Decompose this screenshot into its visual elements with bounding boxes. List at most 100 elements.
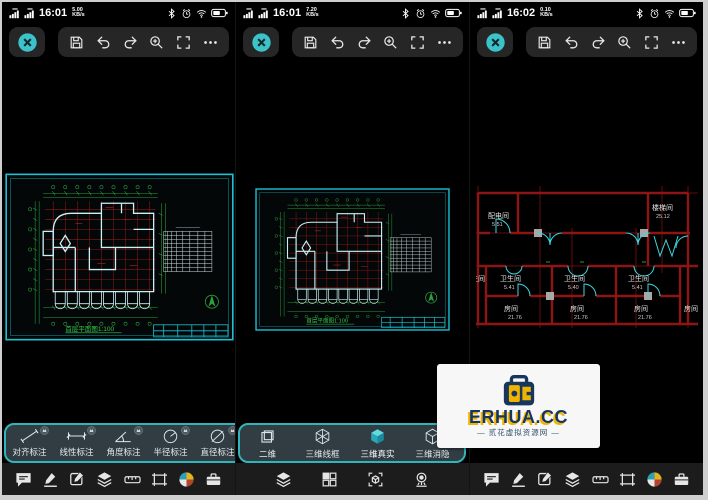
redo-button[interactable] bbox=[356, 34, 373, 51]
save-icon bbox=[68, 34, 85, 51]
signal-icon bbox=[243, 8, 255, 19]
view-mode-realistic-selected[interactable]: 三维真实 bbox=[350, 425, 405, 461]
layers-button[interactable] bbox=[563, 470, 582, 489]
radius-dimension-icon bbox=[158, 428, 183, 444]
watermark-tagline: — 贰花虚拟资源网 — bbox=[477, 427, 560, 437]
fullscreen-button[interactable] bbox=[409, 34, 426, 51]
clock-text: 16:01 bbox=[39, 7, 68, 19]
comment-button[interactable] bbox=[14, 470, 33, 489]
phone-screen-2: 16:01 7.20 KB/s 二维 三维线框 三维真实 三维消隐 bbox=[235, 2, 469, 495]
edit-button[interactable] bbox=[536, 470, 555, 489]
close-icon bbox=[17, 32, 37, 52]
undo-button[interactable] bbox=[95, 34, 112, 51]
projector-button[interactable] bbox=[412, 470, 431, 489]
cad-canvas-room-plan[interactable]: 配电间 5.51 楼梯间 25.12 卫生间 5.41 卫生间 5.40 卫生间… bbox=[476, 178, 698, 328]
dimension-tools-panel: 对齐标注 线性标注 角度标注 半径标注 直径标注 bbox=[4, 423, 235, 463]
zoom-search-button[interactable] bbox=[382, 34, 399, 51]
redo-icon bbox=[590, 34, 607, 51]
save-button[interactable] bbox=[68, 34, 85, 51]
close-button[interactable] bbox=[477, 27, 513, 57]
room-label: 楼梯间 bbox=[652, 203, 673, 212]
tool-radius-dimension[interactable]: 半径标注 bbox=[147, 425, 194, 461]
pencil-icon bbox=[41, 470, 60, 489]
wifi-icon bbox=[664, 8, 675, 19]
network-speed: 5.00 KB/s bbox=[72, 6, 85, 18]
angle-dimension-icon bbox=[111, 428, 136, 444]
fullscreen-button[interactable] bbox=[175, 34, 192, 51]
viewport-frame-icon bbox=[618, 470, 637, 489]
bluetooth-icon bbox=[166, 8, 177, 19]
close-button[interactable] bbox=[9, 27, 45, 57]
redo-button[interactable] bbox=[122, 34, 139, 51]
draw-button[interactable] bbox=[509, 470, 528, 489]
network-speed: 7.20 KB/s bbox=[306, 6, 319, 18]
svg-text:5.41: 5.41 bbox=[504, 285, 515, 291]
viewport-button[interactable] bbox=[618, 470, 637, 489]
signal-icon bbox=[477, 8, 489, 19]
more-button[interactable] bbox=[202, 34, 219, 51]
cube-wireframe-icon bbox=[313, 427, 332, 446]
more-icon bbox=[202, 34, 219, 51]
bluetooth-icon bbox=[634, 8, 645, 19]
toolbox-button[interactable] bbox=[672, 470, 691, 489]
redo-button[interactable] bbox=[590, 34, 607, 51]
more-button[interactable] bbox=[436, 34, 453, 51]
ruler-icon bbox=[591, 470, 610, 489]
zoom-search-button[interactable] bbox=[148, 34, 165, 51]
view-mode-wireframe[interactable]: 三维线框 bbox=[295, 425, 350, 461]
close-icon bbox=[485, 32, 505, 52]
svg-text:5.51: 5.51 bbox=[492, 222, 503, 228]
zoom-search-button[interactable] bbox=[616, 34, 633, 51]
battery-icon bbox=[679, 8, 696, 18]
cad-canvas-floorplan[interactable] bbox=[255, 188, 450, 331]
signal-icon bbox=[258, 8, 270, 19]
comment-icon bbox=[482, 470, 501, 489]
color-button[interactable] bbox=[645, 470, 664, 489]
layers-button[interactable] bbox=[274, 470, 293, 489]
wifi-icon bbox=[196, 8, 207, 19]
zoom-search-icon bbox=[148, 34, 165, 51]
tool-aligned-dimension[interactable]: 对齐标注 bbox=[6, 425, 53, 461]
save-button[interactable] bbox=[536, 34, 553, 51]
draw-button[interactable] bbox=[41, 470, 60, 489]
measure-button[interactable] bbox=[591, 470, 610, 489]
diameter-dimension-icon bbox=[205, 428, 230, 444]
layout-button[interactable] bbox=[320, 470, 339, 489]
layout-grid-icon bbox=[320, 470, 339, 489]
bottom-toolbar bbox=[470, 463, 703, 495]
tool-diameter-dimension[interactable]: 直径标注 bbox=[194, 425, 235, 461]
fullscreen-button[interactable] bbox=[643, 34, 660, 51]
svg-text:5.40: 5.40 bbox=[568, 285, 579, 291]
toolbox-icon bbox=[672, 470, 691, 489]
vip-badge-icon bbox=[134, 426, 143, 435]
viewport-button[interactable] bbox=[150, 470, 169, 489]
measure-button[interactable] bbox=[123, 470, 142, 489]
tool-angle-dimension[interactable]: 角度标注 bbox=[100, 425, 147, 461]
quick-toolbar bbox=[292, 27, 463, 57]
quick-toolbar bbox=[58, 27, 229, 57]
close-button[interactable] bbox=[243, 27, 279, 57]
orbit-3d-icon bbox=[366, 470, 385, 489]
svg-text:21.76: 21.76 bbox=[574, 315, 588, 321]
toolbox-button[interactable] bbox=[204, 470, 223, 489]
svg-text:21.76: 21.76 bbox=[638, 315, 652, 321]
fullscreen-icon bbox=[409, 34, 426, 51]
undo-button[interactable] bbox=[563, 34, 580, 51]
cad-canvas-floorplan[interactable] bbox=[5, 173, 234, 341]
color-button[interactable] bbox=[177, 470, 196, 489]
layers-button[interactable] bbox=[95, 470, 114, 489]
toolbox-icon bbox=[204, 470, 223, 489]
orbit-3d-button[interactable] bbox=[366, 470, 385, 489]
color-wheel-icon bbox=[177, 470, 196, 489]
fullscreen-icon bbox=[643, 34, 660, 51]
more-button[interactable] bbox=[670, 34, 687, 51]
comment-button[interactable] bbox=[482, 470, 501, 489]
view-mode-2d[interactable]: 二维 bbox=[240, 425, 295, 461]
undo-button[interactable] bbox=[329, 34, 346, 51]
room-label: 卫生间 bbox=[564, 274, 585, 283]
edit-button[interactable] bbox=[68, 470, 87, 489]
redo-icon bbox=[122, 34, 139, 51]
tool-linear-dimension[interactable]: 线性标注 bbox=[53, 425, 100, 461]
save-button[interactable] bbox=[302, 34, 319, 51]
room-label: 房间 bbox=[504, 304, 518, 313]
